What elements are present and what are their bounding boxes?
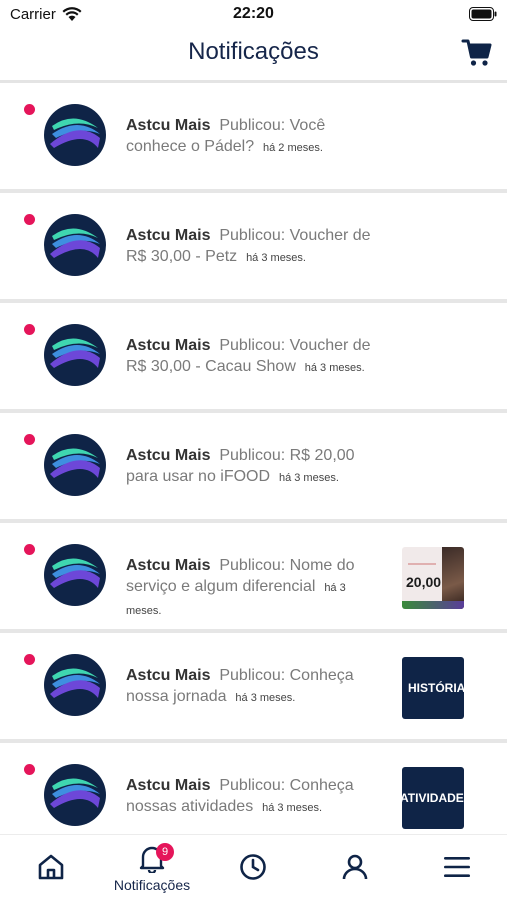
clock-time: 22:20 bbox=[233, 5, 274, 22]
brand-logo-icon bbox=[50, 118, 100, 148]
notification-text: Astcu Mais Publicou: Nome do serviço e a… bbox=[126, 555, 384, 622]
notification-item[interactable]: Astcu Mais Publicou: R$ 20,00 para usar … bbox=[0, 413, 507, 523]
unread-dot bbox=[24, 214, 35, 225]
thumbnail-text: HISTÓRIA bbox=[408, 681, 464, 695]
notification-text: Astcu Mais Publicou: Conheça nossas ativ… bbox=[126, 775, 384, 819]
time-ago: há 3 meses. bbox=[304, 362, 365, 374]
notification-text: Astcu Mais Publicou: Voucher de R$ 30,00… bbox=[126, 225, 388, 269]
sender-name: Astcu Mais bbox=[126, 117, 211, 134]
time-ago: há 3 meses. bbox=[246, 252, 306, 264]
tab-profile[interactable] bbox=[304, 835, 406, 900]
time-ago: há 3 meses. bbox=[235, 692, 296, 704]
menu-icon bbox=[444, 857, 470, 877]
sender-name: Astcu Mais bbox=[126, 777, 211, 794]
unread-dot bbox=[24, 324, 35, 335]
time-ago: há 2 meses. bbox=[263, 142, 323, 154]
status-bar: Carrier 22:20 bbox=[0, 0, 507, 28]
thumbnail-decoration bbox=[408, 563, 436, 565]
header: Notificações bbox=[0, 28, 507, 80]
notification-thumbnail[interactable]: 20,00 bbox=[402, 547, 464, 609]
avatar bbox=[44, 214, 106, 276]
sender-name: Astcu Mais bbox=[126, 447, 211, 464]
thumbnail-photo bbox=[442, 547, 464, 609]
brand-logo-icon bbox=[50, 338, 100, 368]
avatar bbox=[44, 104, 106, 166]
notification-text: Astcu Mais Publicou: Conheça nossa jorna… bbox=[126, 665, 384, 709]
unread-dot bbox=[24, 654, 35, 665]
notification-item[interactable]: Astcu Mais Publicou: Conheça nossas ativ… bbox=[0, 743, 507, 834]
tab-menu[interactable] bbox=[406, 835, 507, 900]
brand-logo-icon bbox=[50, 778, 100, 808]
notification-thumbnail[interactable]: HISTÓRIA bbox=[402, 657, 464, 719]
avatar bbox=[44, 544, 106, 606]
notification-item[interactable]: Astcu Mais Publicou: Você conhece o Páde… bbox=[0, 83, 507, 193]
notification-item[interactable]: Astcu Mais Publicou: Voucher de R$ 30,00… bbox=[0, 303, 507, 413]
tab-home[interactable] bbox=[0, 835, 102, 900]
thumbnail-bar bbox=[402, 601, 464, 609]
cart-icon[interactable] bbox=[461, 36, 493, 68]
notification-list[interactable]: Astcu Mais Publicou: Você conhece o Páde… bbox=[0, 83, 507, 834]
avatar bbox=[44, 654, 106, 716]
bottom-tab-bar: 9 Notificações bbox=[0, 834, 507, 900]
tab-notifications[interactable]: 9 Notificações bbox=[102, 835, 202, 900]
tab-history[interactable] bbox=[202, 835, 304, 900]
unread-dot bbox=[24, 434, 35, 445]
page-title: Notificações bbox=[188, 38, 319, 65]
battery-icon bbox=[469, 7, 497, 21]
unread-dot bbox=[24, 104, 35, 115]
thumbnail-text: 20,00 bbox=[406, 574, 442, 590]
sender-name: Astcu Mais bbox=[126, 557, 211, 574]
notification-item[interactable]: Astcu Mais Publicou: Nome do serviço e a… bbox=[0, 523, 507, 633]
notification-thumbnail[interactable]: ATIVIDADE bbox=[402, 767, 464, 829]
time-ago: há 3 meses. bbox=[278, 472, 339, 484]
notification-item[interactable]: Astcu Mais Publicou: Conheça nossa jorna… bbox=[0, 633, 507, 743]
avatar bbox=[44, 324, 106, 386]
brand-logo-icon bbox=[50, 558, 100, 588]
sender-name: Astcu Mais bbox=[126, 667, 211, 684]
brand-logo-icon bbox=[50, 448, 100, 478]
notification-text: Astcu Mais Publicou: Voucher de R$ 30,00… bbox=[126, 335, 388, 379]
thumbnail-text: ATIVIDADE bbox=[402, 791, 464, 805]
avatar bbox=[44, 434, 106, 496]
clock-icon bbox=[240, 854, 266, 880]
notification-text: Astcu Mais Publicou: R$ 20,00 para usar … bbox=[126, 445, 388, 489]
avatar bbox=[44, 764, 106, 826]
user-icon bbox=[342, 854, 368, 880]
notification-item[interactable]: Astcu Mais Publicou: Voucher de R$ 30,00… bbox=[0, 193, 507, 303]
unread-dot bbox=[24, 544, 35, 555]
sender-name: Astcu Mais bbox=[126, 337, 211, 354]
unread-dot bbox=[24, 764, 35, 775]
brand-logo-icon bbox=[50, 228, 100, 258]
notification-text: Astcu Mais Publicou: Você conhece o Páde… bbox=[126, 115, 388, 159]
tab-label-notifications: Notificações bbox=[113, 877, 191, 893]
sender-name: Astcu Mais bbox=[126, 227, 211, 244]
time-ago: há 3 meses. bbox=[262, 802, 322, 814]
brand-logo-icon bbox=[50, 668, 100, 698]
notification-count-badge: 9 bbox=[156, 843, 174, 861]
home-icon bbox=[38, 854, 64, 880]
